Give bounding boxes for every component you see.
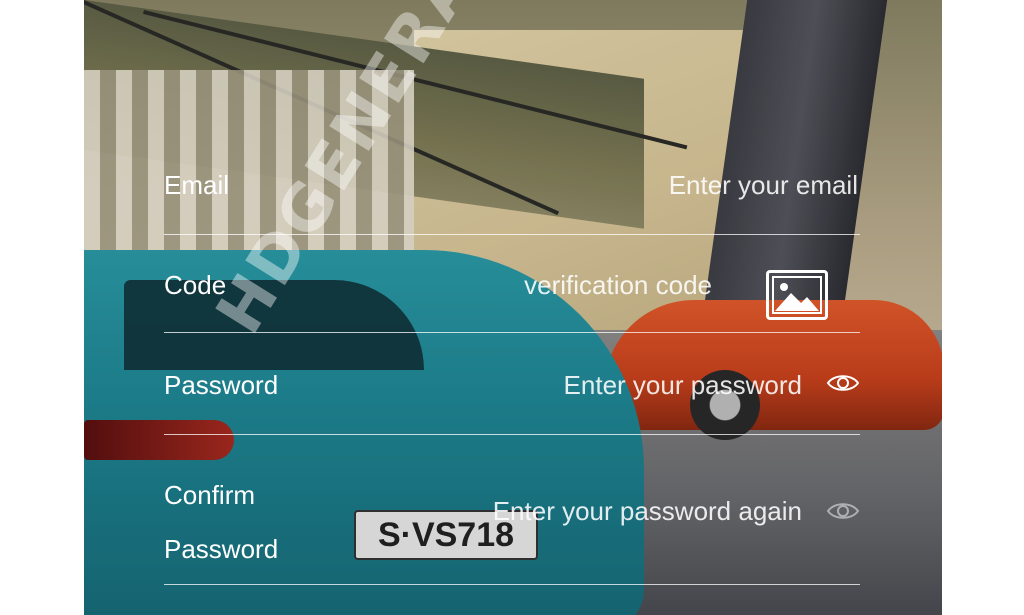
code-label: Code — [164, 270, 227, 300]
email-label: Email — [164, 170, 230, 200]
code-input[interactable] — [380, 266, 714, 304]
email-input[interactable] — [436, 166, 860, 204]
confirm-password-input[interactable] — [380, 492, 804, 530]
email-row: Email — [164, 160, 860, 235]
password-row: Password — [164, 360, 860, 435]
confirm-password-row: Confirm Password — [164, 460, 860, 585]
password-label: Password — [164, 370, 279, 400]
captcha-image-button[interactable] — [766, 270, 828, 320]
code-row: Code — [164, 260, 860, 333]
eye-icon[interactable] — [826, 500, 860, 522]
password-input[interactable] — [440, 366, 804, 404]
eye-icon[interactable] — [826, 372, 860, 394]
confirm-password-label: Confirm Password — [164, 480, 279, 564]
signup-screen: S·VS718 HDGENERAL.BLOGSPOT Email Code Pa… — [84, 0, 942, 615]
image-icon — [772, 276, 822, 314]
